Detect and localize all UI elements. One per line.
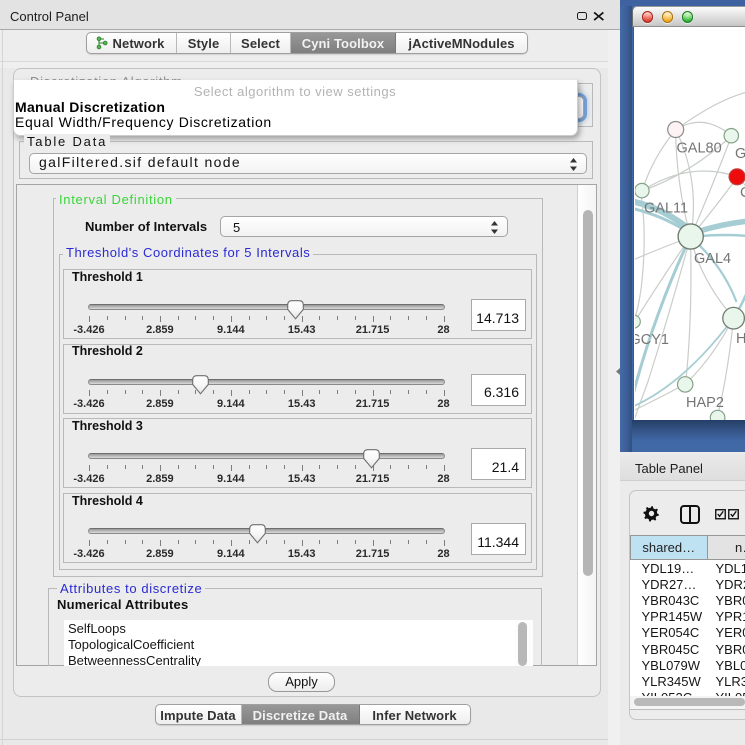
svg-text:HAP2: HAP2 [686,395,724,411]
svg-text:GAL80: GAL80 [676,141,721,157]
svg-text:GCY1: GCY1 [635,332,669,348]
svg-text:GAL4: GAL4 [694,251,731,267]
svg-text:C: C [740,185,745,201]
svg-text:GAL11: GAL11 [644,201,688,217]
svg-text:G.: G. [735,146,745,162]
svg-text:H: H [736,331,745,347]
